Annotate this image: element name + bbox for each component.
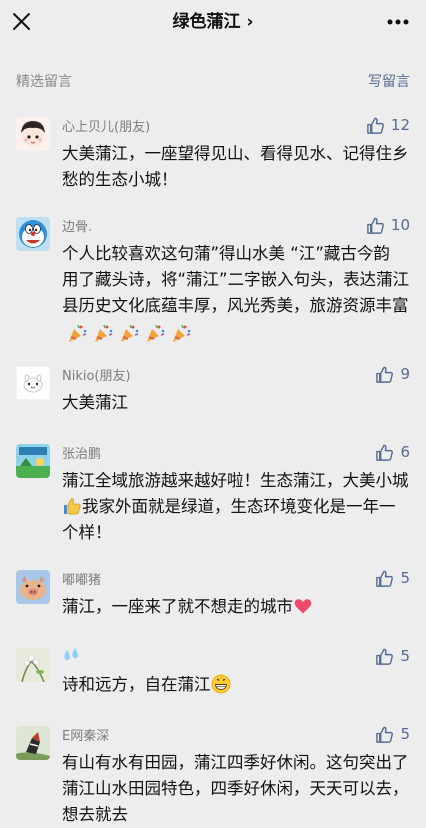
- write-comment-button[interactable]: 写留言: [368, 71, 410, 91]
- thumbs-up-icon: [376, 648, 394, 665]
- like-count: 6: [400, 443, 410, 461]
- like-count: 9: [400, 365, 410, 383]
- comment-item: Nikio(朋友) 9 大美蒲江: [0, 363, 426, 426]
- like-count: 12: [390, 116, 410, 134]
- like-count: 5: [400, 647, 410, 665]
- comment-text: 大美蒲江: [62, 393, 128, 412]
- comment-item: 边骨. 10 个人比较喜欢这句蒲”得山水美 “江”藏古今韵 用了藏头诗，将“蒲江…: [0, 214, 426, 347]
- like-button[interactable]: 5: [375, 723, 410, 745]
- like-button[interactable]: 12: [366, 114, 410, 136]
- party-popper-icon: [121, 324, 139, 342]
- like-button[interactable]: 5: [375, 645, 410, 667]
- comment-author[interactable]: E网秦深: [62, 725, 109, 744]
- sweat-droplets-icon: [64, 648, 78, 661]
- thumbs-up-icon: [367, 117, 384, 134]
- comment-text: 蒲江，一座来了就不想走的城市: [62, 594, 410, 620]
- comment-text-part2: 我家外面就是绿道，生态环境变化是一年一个样！: [62, 497, 396, 542]
- comment-item: 张治鹏 6 蒲江全域旅游越来越好啦！生态蒲江，大美小城我家外面就是绿道，生态环境…: [0, 441, 426, 556]
- comment-item: 5 诗和远方，自在蒲江: [0, 645, 426, 714]
- comment-author[interactable]: 张治鹏: [62, 443, 101, 462]
- comment-text: 蒲江全域旅游越来越好啦！生态蒲江，大美小城我家外面就是绿道，生态环境变化是一年一…: [62, 468, 410, 546]
- top-bar: 绿色蒲江 ›: [0, 0, 426, 44]
- like-button[interactable]: 5: [375, 567, 410, 589]
- party-popper-icon: [147, 324, 165, 342]
- avatar[interactable]: [16, 444, 50, 478]
- avatar[interactable]: [16, 217, 50, 251]
- avatar[interactable]: [16, 570, 50, 604]
- comment-text-body: 蒲江，一座来了就不想走的城市: [62, 597, 293, 616]
- comment-text-body: 个人比较喜欢这句蒲”得山水美 “江”藏古今韵 用了藏头诗，将“蒲江”二字嵌入句头…: [62, 244, 410, 315]
- page-title[interactable]: 绿色蒲江 ›: [0, 0, 426, 44]
- party-popper-emoji-row: [66, 322, 192, 344]
- like-count: 10: [390, 216, 410, 234]
- more-button[interactable]: [384, 10, 412, 34]
- thumbs-up-icon: [376, 570, 394, 587]
- section-label: 精选留言: [16, 74, 72, 90]
- more-icon: [387, 19, 409, 25]
- comment-text: 大美蒲江，一座望得见山、看得见水、记得住乡愁的生态小城！: [62, 144, 409, 189]
- party-popper-icon: [173, 324, 191, 342]
- comment-text-part1: 蒲江全域旅游越来越好啦！生态蒲江，大美小城: [62, 471, 409, 490]
- avatar[interactable]: [16, 726, 50, 760]
- party-popper-icon: [95, 324, 113, 342]
- comment-text: 个人比较喜欢这句蒲”得山水美 “江”藏古今韵 用了藏头诗，将“蒲江”二字嵌入句头…: [62, 241, 410, 345]
- thumbs-up-icon: [376, 444, 394, 461]
- party-popper-icon: [69, 324, 87, 342]
- grinning-face-icon: [211, 674, 230, 694]
- comment-text: 有山有水有田园，蒲江四季好休闲。这句突出了蒲江山水田园特色，四季好休闲，天天可以…: [62, 753, 409, 824]
- comment-author[interactable]: Nikio(朋友): [62, 365, 131, 384]
- thumbs-up-icon: [376, 366, 394, 383]
- thumbs-up-emoji-icon: [64, 498, 81, 515]
- comment-text: 诗和远方，自在蒲江: [62, 672, 410, 698]
- like-button[interactable]: 9: [375, 363, 410, 385]
- comment-author[interactable]: [62, 647, 82, 669]
- comment-author[interactable]: 心上贝儿(朋友): [62, 116, 150, 135]
- comment-item: 嘟嘟猪 5 蒲江，一座来了就不想走的城市: [0, 567, 426, 636]
- like-button[interactable]: 6: [375, 441, 410, 463]
- comment-text-body: 诗和远方，自在蒲江: [62, 675, 211, 694]
- comment-author[interactable]: 边骨.: [62, 216, 92, 235]
- avatar[interactable]: [16, 117, 50, 151]
- avatar[interactable]: [16, 366, 50, 400]
- like-count: 5: [400, 569, 410, 587]
- comments-section-header: 精选留言 写留言: [0, 62, 426, 98]
- like-button[interactable]: 10: [366, 214, 410, 236]
- comment-item: 心上贝儿(朋友) 12 大美蒲江，一座望得见山、看得见水、记得住乡愁的生态小城！: [0, 114, 426, 207]
- comment-item: E网秦深 5 有山有水有田园，蒲江四季好休闲。这句突出了蒲江山水田园特色，四季好…: [0, 723, 426, 826]
- thumbs-up-icon: [367, 217, 384, 234]
- avatar[interactable]: [16, 648, 50, 682]
- like-count: 5: [400, 725, 410, 743]
- thumbs-up-icon: [376, 726, 394, 743]
- heart-icon: [294, 599, 312, 614]
- comment-author[interactable]: 嘟嘟猪: [62, 569, 101, 588]
